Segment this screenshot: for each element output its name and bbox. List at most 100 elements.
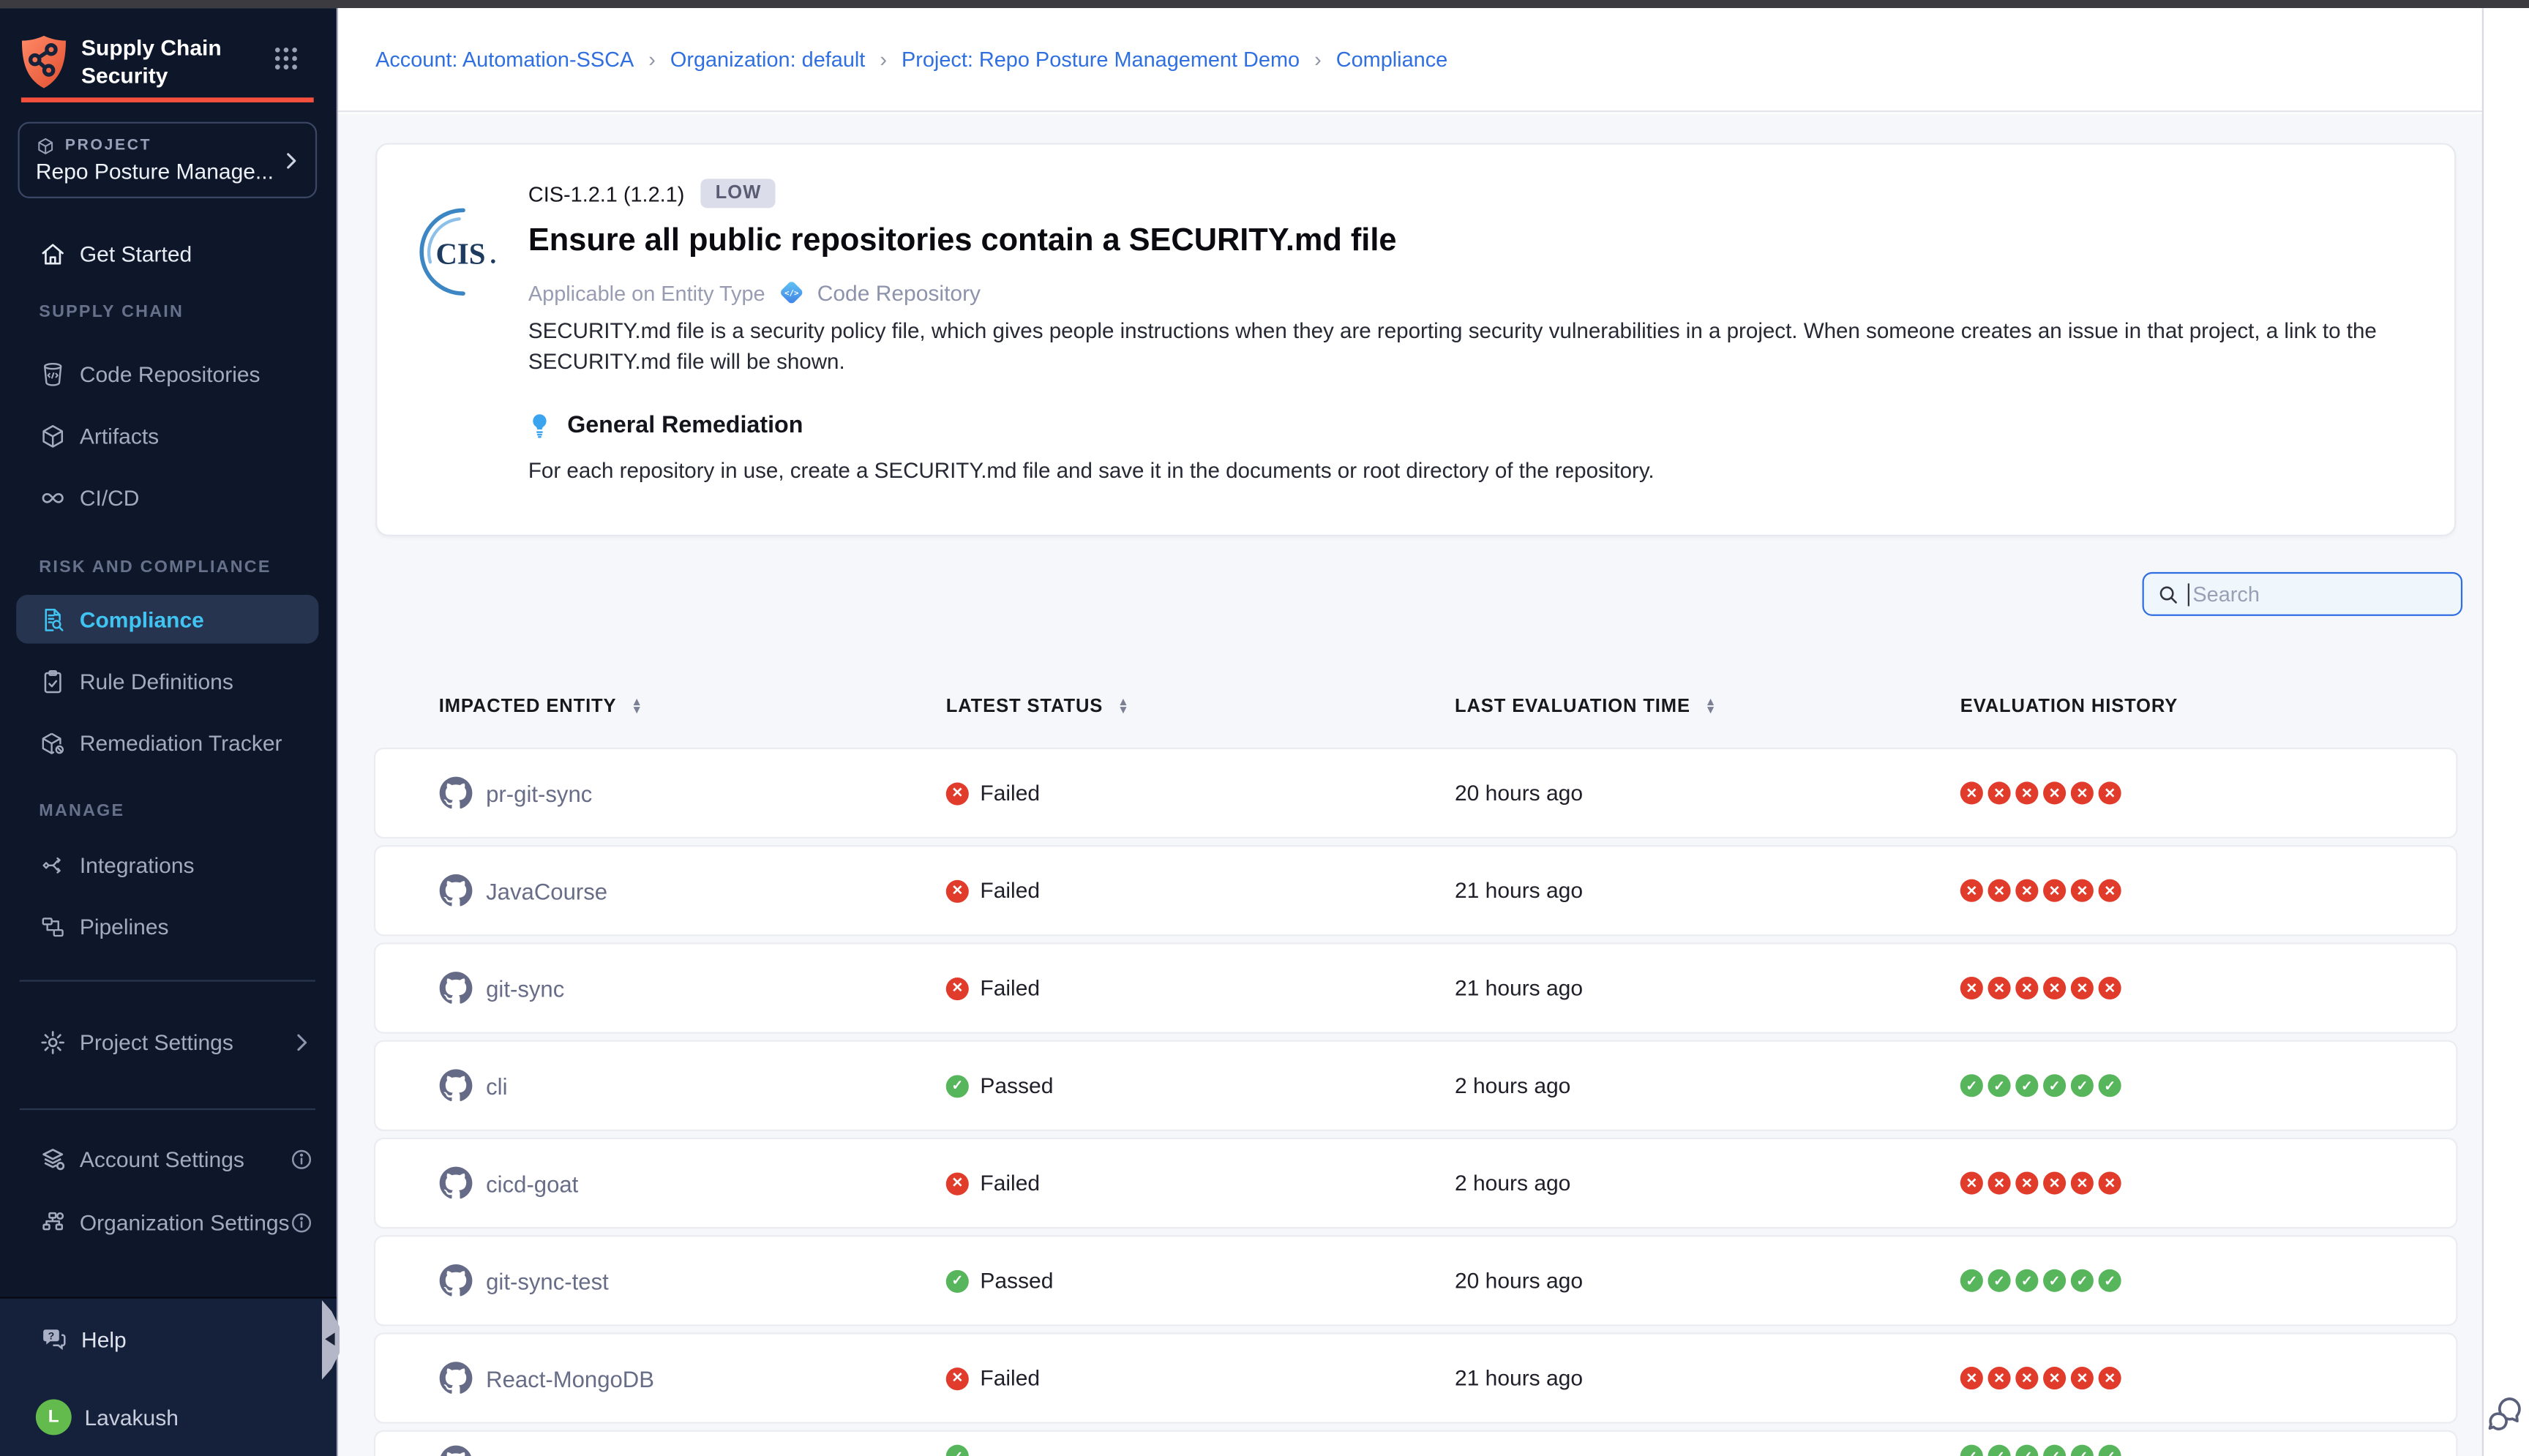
entity-name-link[interactable]: JavaCourse [486,877,607,904]
search-input[interactable] [2192,582,2436,606]
lightbulb-icon [525,411,554,440]
svg-text:?: ? [48,1330,55,1342]
history-passed-icon: ✓ [2099,1269,2121,1292]
sidebar-section-header: SUPPLY CHAIN [0,302,337,322]
sidebar-item-organization-settings[interactable]: Organization Settings [0,1198,337,1247]
sidebar-item-user[interactable]: L Lavakush [0,1393,337,1442]
sort-arrows-icon[interactable]: ▲▼ [1117,698,1129,716]
rule-definitions-icon [39,667,67,695]
info-icon[interactable] [289,1147,313,1171]
sidebar-section-header: MANAGE [0,801,337,821]
sidebar-item-label: Pipelines [80,914,169,938]
project-selector-name: Repo Posture Manage... [36,160,299,184]
entity-name-link[interactable]: git-sync-test [486,1268,609,1294]
history-passed-icon: ✓ [2015,1445,2038,1456]
sidebar-item-label: Integrations [80,852,195,877]
remediation-text: For each repository in use, create a SEC… [528,458,1655,482]
chat-bubbles-icon[interactable] [2485,1393,2526,1434]
table-row[interactable]: React-MongoDB✕Failed21 hours ago✕✕✕✕✕✕ [375,1335,2456,1422]
github-icon [439,1166,473,1201]
status-label: Failed [980,879,1040,903]
table-row[interactable]: cicd-goat✕Failed2 hours ago✕✕✕✕✕✕ [375,1139,2456,1227]
table-row[interactable]: pr-git-sync ✕ Failed 20 hours ago ✕✕✕✕✕✕ [375,749,2456,837]
last-evaluation-time-cell: 21 hours ago [1455,976,1583,1000]
evaluation-history-cell: ✕✕✕✕✕✕ [1960,879,2121,902]
artifacts-icon [39,421,67,449]
entity-type-value: Code Repository [817,280,981,304]
chevron-right-icon [289,1029,313,1054]
breadcrumb-link[interactable]: Account: Automation-SSCA [375,47,634,71]
sort-arrows-icon[interactable]: ▲▼ [1705,698,1717,716]
column-header-last-evaluation-time[interactable]: LAST EVALUATION TIME ▲▼ [1455,691,1717,723]
history-failed-icon: ✕ [2099,879,2121,902]
table-row[interactable]: git-sync✕Failed21 hours ago✕✕✕✕✕✕ [375,945,2456,1032]
table-row[interactable]: git-sync-test✓Passed20 hours ago✓✓✓✓✓✓ [375,1237,2456,1324]
sidebar-item-artifacts[interactable]: Artifacts [0,411,337,460]
history-failed-icon: ✕ [1988,977,2011,999]
history-passed-icon: ✓ [1960,1074,1983,1097]
sidebar-item-integrations[interactable]: Integrations [0,840,337,889]
page-header: Account: Automation-SSCA›Organization: d… [338,8,2482,112]
entity-name-link[interactable]: git-sync [486,975,564,1002]
history-failed-icon: ✕ [2015,781,2038,804]
info-icon[interactable] [289,1210,313,1234]
entity-name-link[interactable]: cli [486,1073,507,1099]
impacted-entity-cell: cicd-goat [439,1166,579,1201]
history-passed-icon: ✓ [2015,1074,2038,1097]
sidebar-item-project-settings[interactable]: Project Settings [0,1017,337,1066]
status-label: Failed [980,781,1040,805]
history-failed-icon: ✕ [2043,879,2066,902]
history-failed-icon: ✕ [1960,977,1983,999]
sidebar-item-pipelines[interactable]: Pipelines [0,902,337,951]
sidebar-item-remediation-tracker[interactable]: Remediation Tracker [0,718,337,768]
entity-name-link[interactable]: cicd-goat [486,1170,578,1196]
impacted-entity-cell: cli [439,1068,508,1103]
last-evaluation-time-cell: 2 hours ago [1455,1073,1570,1097]
cis-logo: CIS [416,205,511,299]
last-evaluation-time-cell: 20 hours ago [1455,1269,1583,1293]
sidebar-item-get-started[interactable]: Get Started [0,229,337,278]
app-switcher-grid-icon[interactable] [271,44,301,73]
project-selector[interactable]: PROJECT Repo Posture Manage... [18,122,317,198]
column-header-label: LATEST STATUS [946,697,1103,717]
evaluation-history-cell: ✕✕✕✕✕✕ [1960,781,2121,804]
history-failed-icon: ✕ [2099,1171,2121,1194]
help-label: Help [81,1327,127,1351]
table-row[interactable]: ✓✓✓✓✓✓✓ [375,1432,2456,1456]
sidebar-item-label: Account Settings [80,1147,244,1171]
sidebar-item-compliance[interactable]: Compliance [16,595,318,644]
column-header-label: LAST EVALUATION TIME [1455,697,1690,717]
sidebar-item-account-settings[interactable]: Account Settings [0,1134,337,1183]
sidebar-item-code-repositories[interactable]: Code Repositories [0,350,337,399]
sort-arrows-icon[interactable]: ▲▼ [631,698,642,716]
history-failed-icon: ✕ [2043,977,2066,999]
last-evaluation-time-cell: 20 hours ago [1455,781,1583,805]
sidebar: Supply Chain Security PROJECT Repo Postu… [0,8,338,1456]
status-label: Passed [980,1073,1053,1097]
table-row[interactable]: cli✓Passed2 hours ago✓✓✓✓✓✓ [375,1042,2456,1130]
column-header-latest-status[interactable]: LATEST STATUS ▲▼ [946,691,1130,723]
entity-name-link[interactable]: React-MongoDB [486,1365,654,1392]
sidebar-item-ci-cd[interactable]: CI/CD [0,473,337,522]
scrollbar-track[interactable] [2482,8,2529,1456]
search-icon [2157,582,2180,605]
github-icon [439,971,473,1005]
sidebar-item-rule-definitions[interactable]: Rule Definitions [0,656,337,705]
status-passed-icon: ✓ [946,1269,969,1292]
column-header-impacted-entity[interactable]: IMPACTED ENTITY▲▼ [439,691,643,723]
applicable-on-label: Applicable on Entity Type [528,280,765,304]
entity-name-link[interactable]: pr-git-sync [486,780,592,806]
history-passed-icon: ✓ [2099,1074,2121,1097]
breadcrumb-link[interactable]: Organization: default [670,47,865,71]
history-passed-icon: ✓ [2071,1074,2094,1097]
layers-gear-icon [39,1145,67,1173]
sidebar-item-label: Remediation Tracker [80,730,282,754]
breadcrumb-link[interactable]: Compliance [1336,47,1447,71]
history-failed-icon: ✕ [1960,1367,1983,1389]
sidebar-item-help[interactable]: ? Help [0,1315,337,1364]
history-failed-icon: ✕ [2071,977,2094,999]
remediation-tracker-icon [39,729,67,757]
impacted-entity-cell: JavaCourse [439,874,607,908]
table-row[interactable]: JavaCourse✕Failed21 hours ago✕✕✕✕✕✕ [375,847,2456,934]
breadcrumb-link[interactable]: Project: Repo Posture Management Demo [902,47,1300,71]
